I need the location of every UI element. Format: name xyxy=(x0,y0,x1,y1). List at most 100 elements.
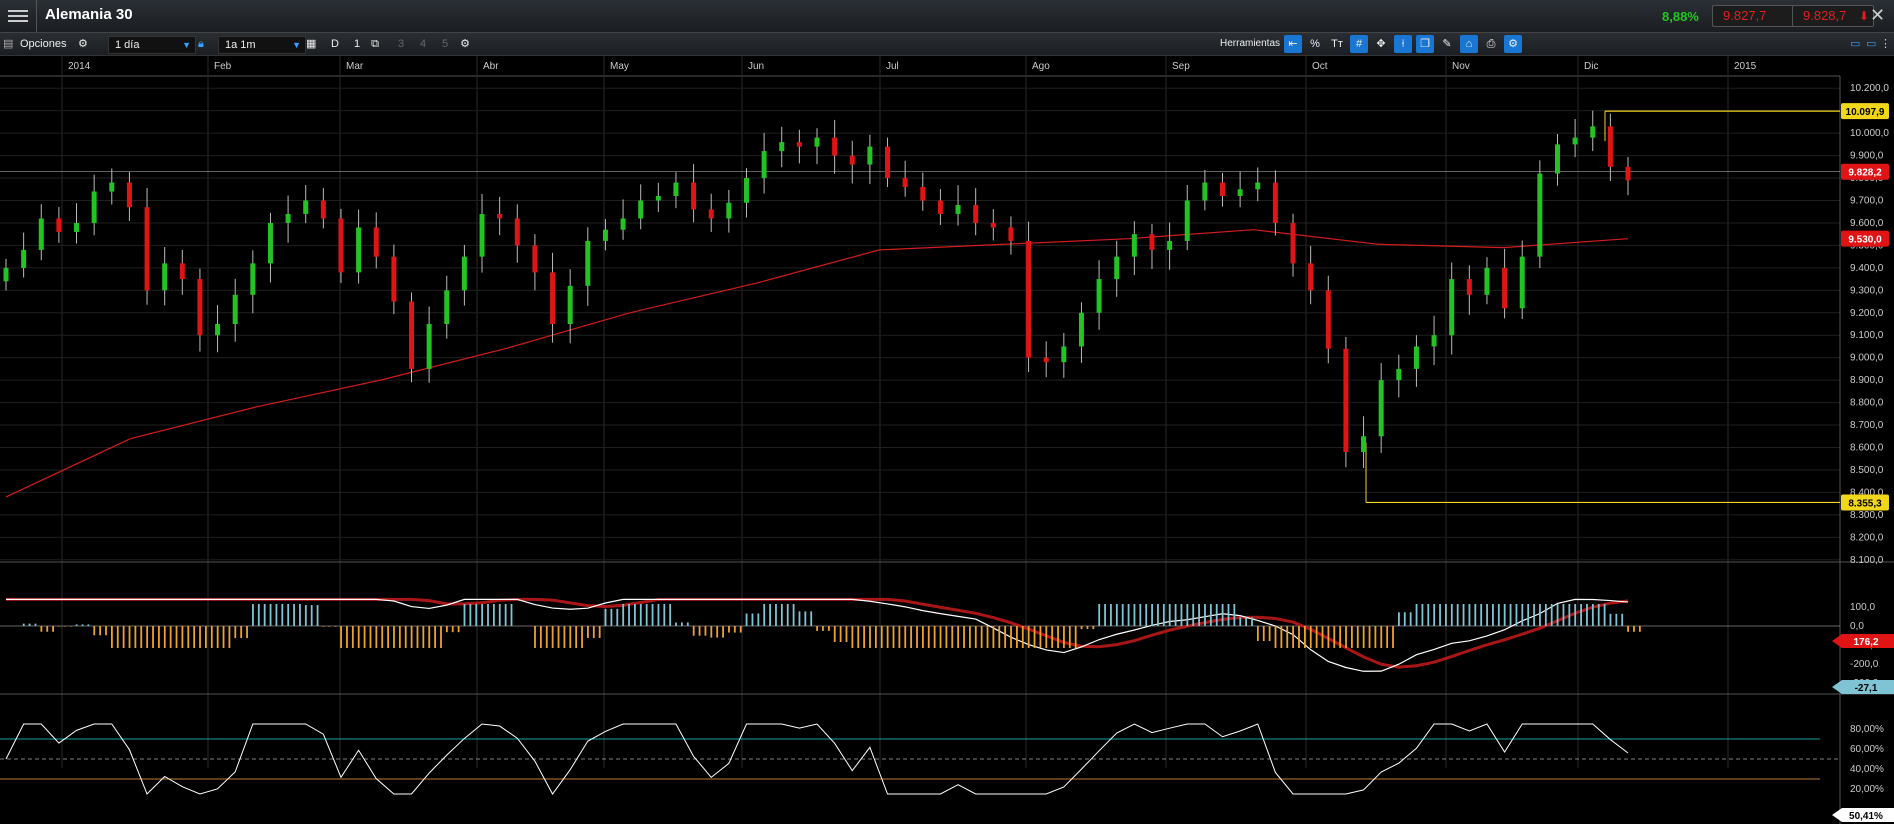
text-tool-button[interactable]: Tт xyxy=(1328,35,1346,53)
candle-body xyxy=(532,245,538,273)
menu-icon[interactable] xyxy=(8,7,28,23)
candle-body xyxy=(320,200,326,219)
macd-histogram-bar xyxy=(310,605,313,626)
tag-icon[interactable]: ⌂ xyxy=(1460,35,1478,53)
daily-button[interactable]: D xyxy=(326,35,344,53)
macd-histogram-bar xyxy=(1292,626,1295,648)
price-tick: 8.800,0 xyxy=(1850,398,1884,409)
macd-histogram-bar xyxy=(816,626,818,631)
settings-icon[interactable]: ⚙ xyxy=(456,35,474,53)
macd-histogram-bar xyxy=(963,626,965,648)
draw-icon[interactable]: ✎ xyxy=(1438,35,1456,53)
price-tick: 8.900,0 xyxy=(1850,375,1884,386)
macd-histogram-bar xyxy=(628,604,630,626)
buy-price-button[interactable]: 9.828,7 ⬇ xyxy=(1792,5,1874,27)
macd-histogram-bar xyxy=(863,626,866,648)
crosshair-icon[interactable]: ✥ xyxy=(1372,35,1390,53)
candle-body xyxy=(479,213,485,257)
month-label: 2015 xyxy=(1734,61,1757,72)
macd-histogram-bar xyxy=(252,604,254,626)
macd-histogram-bar xyxy=(1133,604,1136,626)
percent-button[interactable]: % xyxy=(1306,35,1324,53)
candle-icon[interactable]: ⍿ xyxy=(1394,35,1412,53)
list-icon[interactable]: ▤ xyxy=(3,36,13,52)
candle-body xyxy=(409,301,414,369)
macd-histogram-bar xyxy=(1392,626,1394,648)
macd-histogram-bar xyxy=(575,626,578,648)
macd-tick: 0,0 xyxy=(1850,621,1864,632)
macd-histogram-bar xyxy=(492,604,495,626)
close-icon[interactable]: ✕ xyxy=(1870,5,1885,26)
share-icon[interactable]: ⚙ xyxy=(1504,35,1522,53)
macd-histogram-bar xyxy=(357,626,360,648)
macd-histogram-bar xyxy=(810,611,813,626)
macd-histogram-bar xyxy=(1215,604,1218,626)
interval-select[interactable]: 1 día ▼ xyxy=(108,36,196,54)
price-tick: 9.900,0 xyxy=(1850,151,1884,162)
candle-body xyxy=(144,207,150,291)
period-3-button[interactable]: 3 xyxy=(392,35,410,53)
gear-icon[interactable]: ⚙ xyxy=(78,36,88,52)
macd-histogram-bar xyxy=(328,626,331,627)
candle-body xyxy=(1554,144,1560,174)
candle-body xyxy=(708,209,714,219)
month-label: Jul xyxy=(886,61,899,72)
candle-body xyxy=(514,218,520,246)
macd-histogram-bar xyxy=(1421,604,1424,626)
macd-signal-tag: -27,1 xyxy=(1855,683,1878,694)
macd-histogram-bar xyxy=(246,626,248,639)
period-1-button[interactable]: 1 xyxy=(348,35,366,53)
macd-histogram-bar xyxy=(346,626,348,648)
back-icon[interactable]: ⇤ xyxy=(1284,35,1302,53)
macd-histogram-bar xyxy=(105,626,107,636)
layout-icon[interactable]: ⧉ xyxy=(366,35,384,53)
macd-histogram-bar xyxy=(957,626,960,648)
macd-histogram-bar xyxy=(1486,604,1488,626)
print-icon[interactable]: ⎙ xyxy=(1482,35,1500,53)
candle-body xyxy=(1255,182,1261,190)
macd-histogram-bar xyxy=(1380,626,1383,648)
options-button[interactable]: Opciones xyxy=(20,36,66,52)
macd-histogram-bar xyxy=(1233,604,1236,626)
macd-histogram-bar xyxy=(669,604,672,626)
macd-histogram-bar xyxy=(1638,626,1641,632)
macd-histogram-bar xyxy=(351,626,354,648)
candle-body xyxy=(1114,256,1120,280)
macd-histogram-bar xyxy=(1033,626,1036,648)
candle-body xyxy=(1184,200,1190,241)
buy-price: 9.828,7 xyxy=(1803,8,1847,23)
lock-icon[interactable]: 🔒︎ xyxy=(198,36,204,52)
price-chart[interactable]: 2014 Feb Mar Abr May Jun Jul Ago Sep Oct Nov Dic 201… xyxy=(0,56,1894,824)
candle-body xyxy=(832,137,838,156)
macd-histogram-bar xyxy=(892,626,895,648)
macd-histogram-bar xyxy=(1550,604,1553,626)
calendar-icon[interactable]: ▦ xyxy=(306,36,316,52)
candle-body xyxy=(867,146,873,165)
chevron-down-icon: ▼ xyxy=(292,40,301,50)
minimize-icon[interactable]: ▭ xyxy=(1850,36,1860,52)
macd-histogram-bar xyxy=(569,626,572,648)
maximize-icon[interactable]: ▭ xyxy=(1866,36,1876,52)
candle-body xyxy=(638,200,644,219)
period-5-button[interactable]: 5 xyxy=(436,35,454,53)
period-4-button[interactable]: 4 xyxy=(414,35,432,53)
macd-histogram-bar xyxy=(986,626,989,648)
macd-histogram-bar xyxy=(1262,626,1265,641)
macd-histogram-bar xyxy=(598,626,601,638)
macd-histogram-bar xyxy=(1339,626,1342,648)
macd-histogram-bar xyxy=(1303,626,1306,648)
month-label: Abr xyxy=(483,61,499,72)
macd-histogram-bar xyxy=(1327,626,1330,648)
layers-icon[interactable]: ❐ xyxy=(1416,35,1434,53)
candle-body xyxy=(1325,290,1331,349)
price-tick: 9.100,0 xyxy=(1850,330,1884,341)
month-label: Sep xyxy=(1172,61,1190,72)
macd-histogram-bar xyxy=(1333,626,1336,648)
macd-histogram-bar xyxy=(1527,604,1530,626)
macd-histogram-bar xyxy=(822,626,824,631)
range-select[interactable]: 1a 1m ▼ xyxy=(218,36,306,54)
price-tick: 9.000,0 xyxy=(1850,353,1884,364)
grid-icon[interactable]: # xyxy=(1350,35,1368,53)
grip-icon[interactable]: ⋮ xyxy=(1880,36,1891,52)
macd-histogram-bar xyxy=(275,604,278,626)
